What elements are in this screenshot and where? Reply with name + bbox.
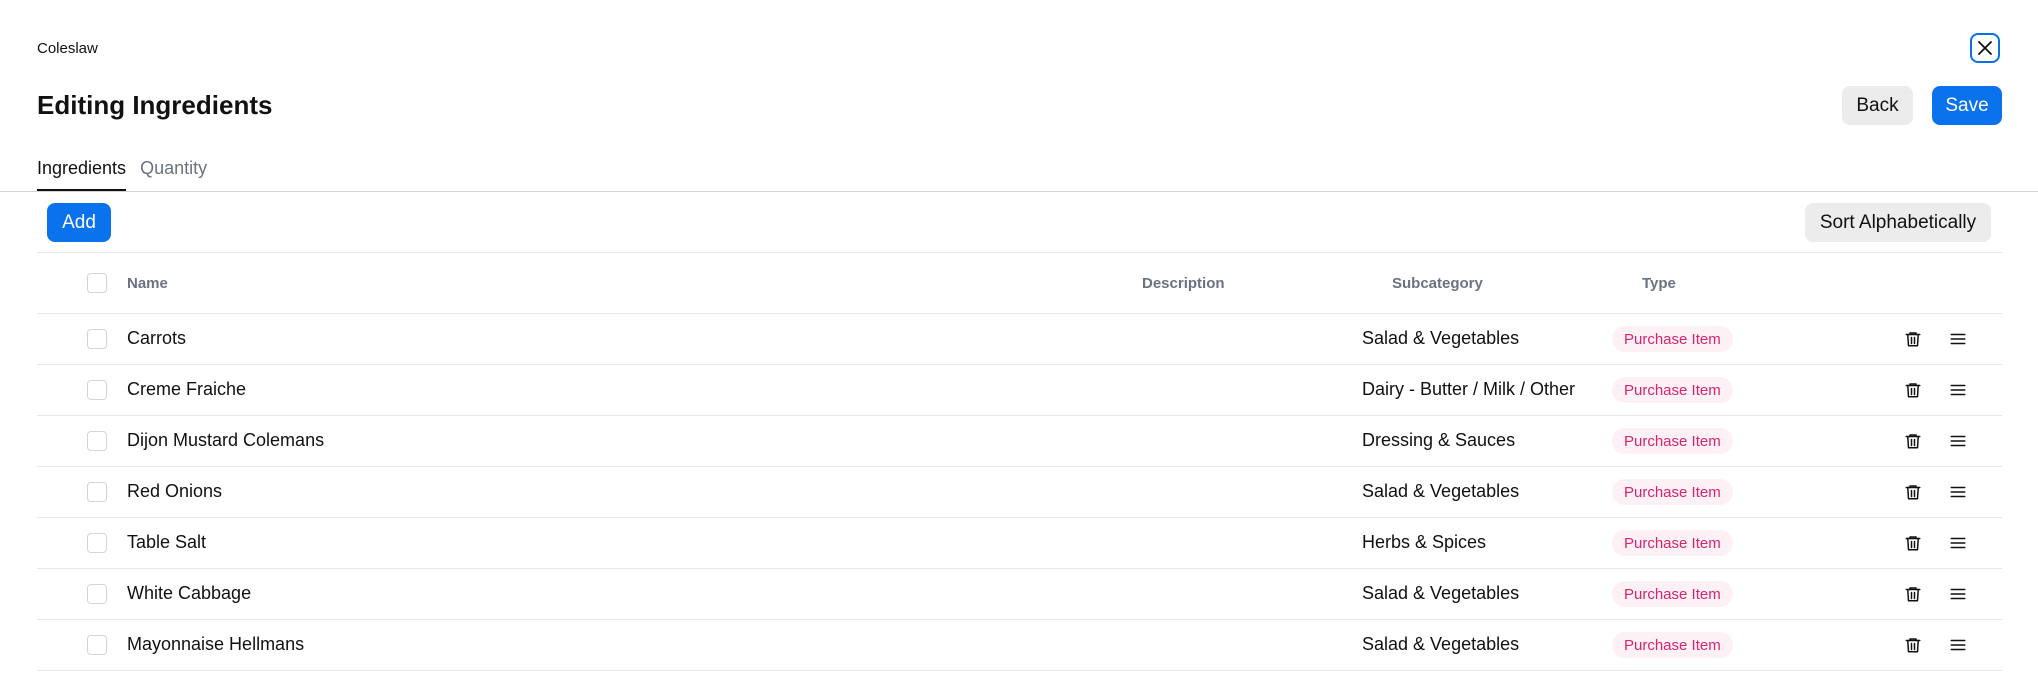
- drag-handle-icon[interactable]: [1946, 327, 1970, 351]
- table-row[interactable]: Red Onions Salad & Vegetables Purchase I…: [37, 467, 2002, 518]
- ingredients-table: Name Description Subcategory Type Carrot…: [37, 253, 2002, 671]
- ingredient-name: White Cabbage: [127, 583, 252, 603]
- table-row[interactable]: Dijon Mustard Colemans Dressing & Sauces…: [37, 416, 2002, 467]
- row-checkbox[interactable]: [87, 380, 107, 400]
- ingredient-subcategory: Herbs & Spices: [1362, 532, 1487, 552]
- type-badge: Purchase Item: [1612, 581, 1733, 607]
- type-badge: Purchase Item: [1612, 428, 1733, 454]
- row-checkbox[interactable]: [87, 431, 107, 451]
- table-row[interactable]: White Cabbage Salad & Vegetables Purchas…: [37, 569, 2002, 620]
- drag-handle-icon[interactable]: [1946, 429, 1970, 453]
- tab-ingredients[interactable]: Ingredients: [37, 158, 127, 191]
- select-all-checkbox[interactable]: [87, 273, 107, 293]
- tabs-divider: [0, 191, 2038, 192]
- row-checkbox[interactable]: [87, 635, 107, 655]
- row-checkbox[interactable]: [87, 584, 107, 604]
- type-badge: Purchase Item: [1612, 632, 1733, 658]
- row-checkbox[interactable]: [87, 533, 107, 553]
- ingredient-subcategory: Salad & Vegetables: [1362, 583, 1520, 603]
- sort-alphabetically-button[interactable]: Sort Alphabetically: [1805, 203, 1991, 242]
- ingredient-subcategory: Dressing & Sauces: [1362, 430, 1516, 450]
- drag-handle-icon[interactable]: [1946, 531, 1970, 555]
- tab-quantity[interactable]: Quantity: [140, 158, 207, 191]
- trash-icon[interactable]: [1901, 327, 1925, 351]
- table-row[interactable]: Carrots Salad & Vegetables Purchase Item: [37, 314, 2002, 365]
- drag-handle-icon[interactable]: [1946, 480, 1970, 504]
- ingredient-subcategory: Salad & Vegetables: [1362, 481, 1520, 501]
- back-button[interactable]: Back: [1842, 86, 1913, 125]
- type-badge: Purchase Item: [1612, 377, 1733, 403]
- trash-icon[interactable]: [1901, 429, 1925, 453]
- type-badge: Purchase Item: [1612, 479, 1733, 505]
- row-checkbox[interactable]: [87, 329, 107, 349]
- add-button[interactable]: Add: [47, 203, 111, 242]
- column-header-type[interactable]: Type: [1642, 275, 1676, 292]
- trash-icon[interactable]: [1901, 378, 1925, 402]
- type-badge: Purchase Item: [1612, 326, 1733, 352]
- table-row[interactable]: Creme Fraiche Dairy - Butter / Milk / Ot…: [37, 365, 2002, 416]
- column-header-description[interactable]: Description: [1142, 275, 1225, 292]
- table-header: Name Description Subcategory Type: [37, 253, 2002, 314]
- table-row[interactable]: Table Salt Herbs & Spices Purchase Item: [37, 518, 2002, 569]
- row-checkbox[interactable]: [87, 482, 107, 502]
- column-header-name[interactable]: Name: [127, 275, 168, 292]
- ingredient-name: Table Salt: [127, 532, 207, 552]
- ingredient-subcategory: Salad & Vegetables: [1362, 328, 1520, 348]
- ingredient-name: Mayonnaise Hellmans: [127, 634, 305, 654]
- trash-icon[interactable]: [1901, 480, 1925, 504]
- ingredient-name: Dijon Mustard Colemans: [127, 430, 325, 450]
- drag-handle-icon[interactable]: [1946, 633, 1970, 657]
- recipe-name: Coleslaw: [37, 40, 98, 57]
- drag-handle-icon[interactable]: [1946, 582, 1970, 606]
- tab-bar: Ingredients Quantity: [37, 158, 221, 191]
- column-header-subcategory[interactable]: Subcategory: [1392, 275, 1483, 292]
- ingredient-subcategory: Dairy - Butter / Milk / Other: [1362, 379, 1576, 399]
- ingredient-subcategory: Salad & Vegetables: [1362, 634, 1520, 654]
- ingredient-name: Red Onions: [127, 481, 223, 501]
- close-button[interactable]: [1970, 33, 2000, 63]
- close-icon: [1978, 41, 1992, 55]
- ingredient-name: Carrots: [127, 328, 187, 348]
- ingredient-name: Creme Fraiche: [127, 379, 247, 399]
- trash-icon[interactable]: [1901, 633, 1925, 657]
- page-title: Editing Ingredients: [37, 90, 273, 120]
- drag-handle-icon[interactable]: [1946, 378, 1970, 402]
- save-button[interactable]: Save: [1932, 86, 2002, 125]
- trash-icon[interactable]: [1901, 582, 1925, 606]
- type-badge: Purchase Item: [1612, 530, 1733, 556]
- trash-icon[interactable]: [1901, 531, 1925, 555]
- table-row[interactable]: Mayonnaise Hellmans Salad & Vegetables P…: [37, 620, 2002, 671]
